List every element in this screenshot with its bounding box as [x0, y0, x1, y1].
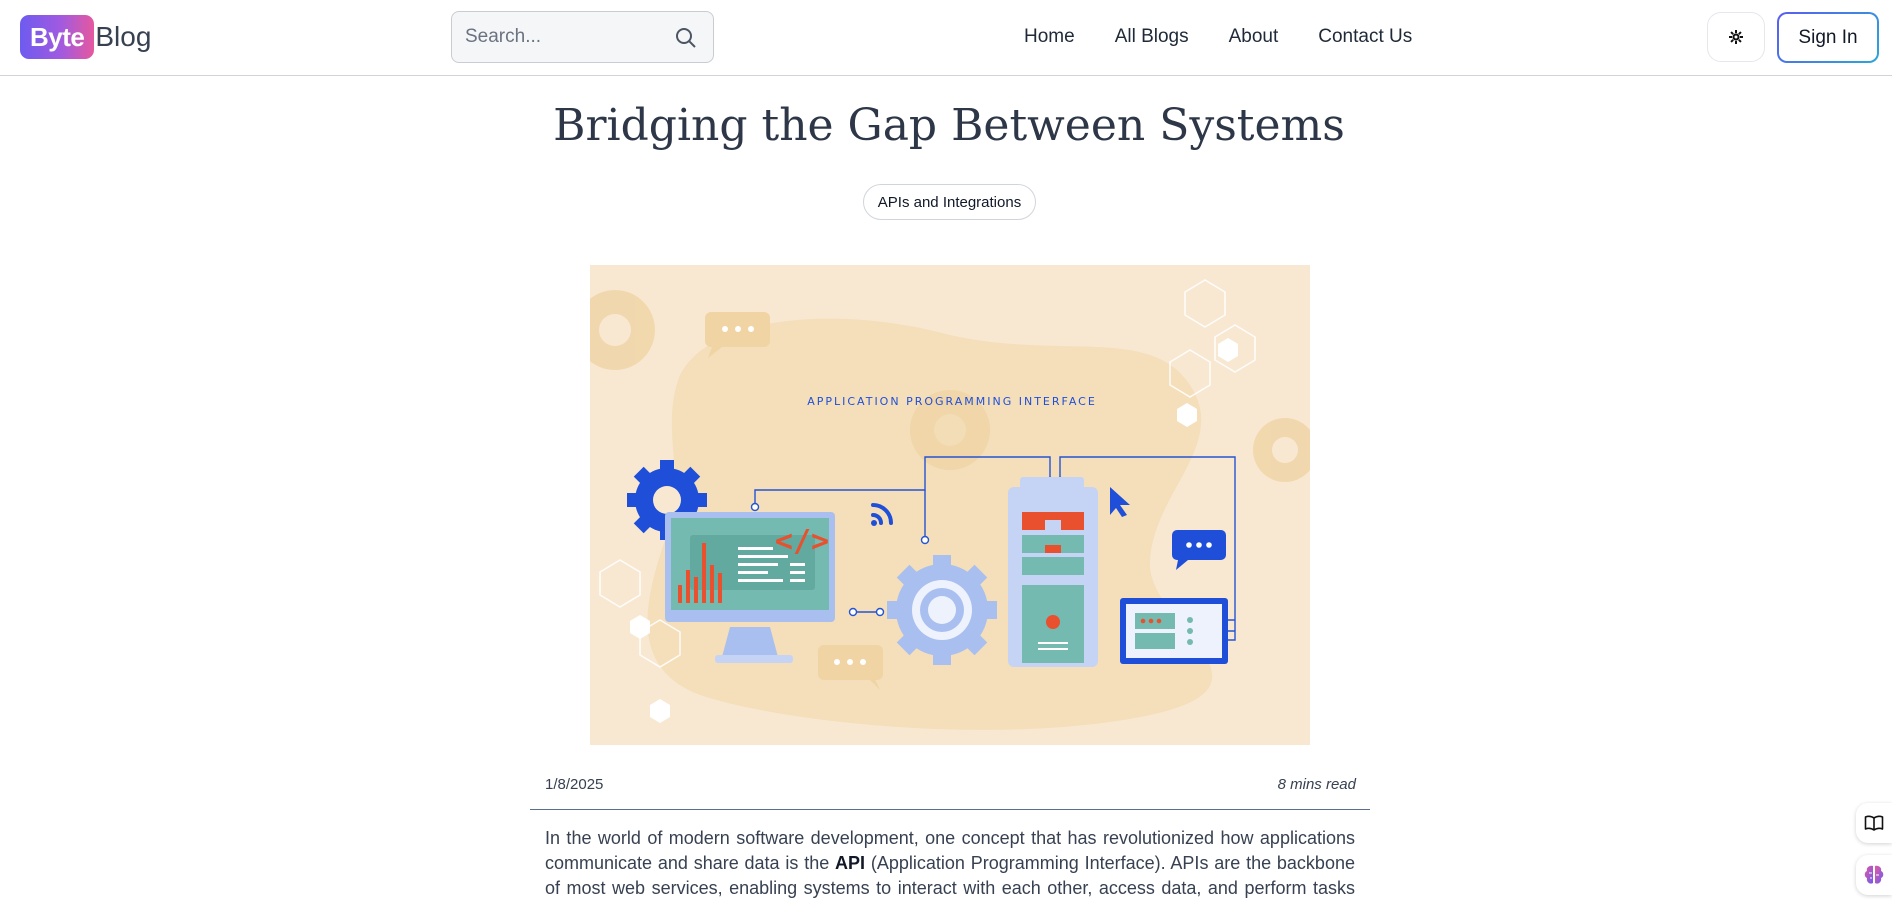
search-input[interactable] [465, 26, 665, 48]
sign-in-label: Sign In [1779, 14, 1877, 61]
logo-byte: Byte [20, 15, 95, 59]
article-title: Bridging the Gap Between Systems [553, 100, 1345, 151]
nav-all-blogs[interactable]: All Blogs [1115, 22, 1189, 52]
book-icon [1864, 815, 1884, 831]
nav-contact-us[interactable]: Contact Us [1318, 22, 1412, 52]
navbar: Byte Blog Home All Blogs About Contact U… [0, 0, 1892, 76]
search-icon[interactable] [674, 26, 698, 50]
gear-icon [1729, 30, 1743, 44]
publish-date: 1/8/2025 [545, 776, 604, 793]
nav-about[interactable]: About [1229, 22, 1279, 52]
hero-api-subheading: APPLICATION PROGRAMMING INTERFACE [807, 395, 1097, 408]
reader-mode-button[interactable] [1856, 803, 1892, 843]
search-box [451, 11, 714, 63]
meta-divider [530, 809, 1370, 810]
sign-in-button[interactable]: Sign In [1777, 12, 1879, 63]
theme-toggle-button[interactable] [1707, 12, 1765, 62]
hero-code-glyph: </> [775, 524, 829, 559]
article-body: In the world of modern software developm… [545, 826, 1355, 903]
site-logo[interactable]: Byte Blog [20, 15, 151, 59]
hero-image: API APPLICATION PROGRAMMING INTERFACE [590, 265, 1310, 745]
hero-api-heading: API [847, 265, 1054, 291]
nav-home[interactable]: Home [1024, 22, 1075, 52]
brain-icon [1864, 865, 1884, 884]
body-text-bold: API [835, 853, 866, 873]
main-nav: Home All Blogs About Contact Us [1024, 22, 1452, 52]
category-tag[interactable]: APIs and Integrations [863, 184, 1036, 220]
logo-blog: Blog [95, 21, 152, 52]
ai-assistant-button[interactable] [1856, 855, 1892, 895]
api-illustration: API APPLICATION PROGRAMMING INTERFACE [590, 265, 1310, 730]
read-time: 8 mins read [1277, 776, 1356, 793]
